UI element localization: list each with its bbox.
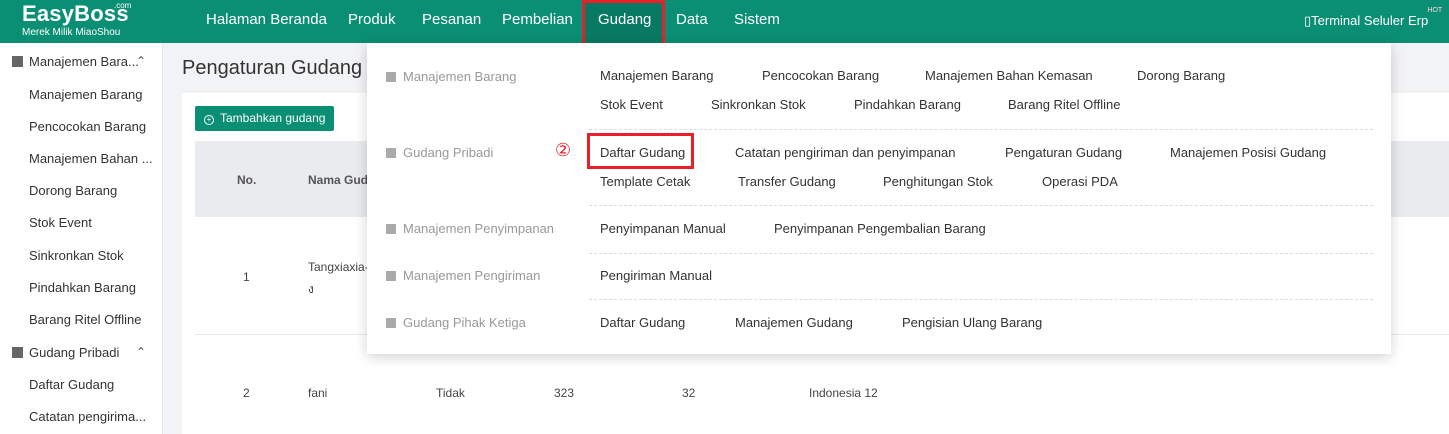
sidebar-item-stok-event[interactable]: Stok Event [29,215,92,230]
menu-link-pindahkan-barang[interactable]: Pindahkan Barang [854,97,961,112]
row-1-name: Tangxiaxia- [308,260,369,274]
terminal-link[interactable]: ▯Terminal Seluler Erp HOT [1304,7,1442,29]
menu-link-operasi-pda[interactable]: Operasi PDA [1042,174,1118,189]
menu-category-gudang-pribadi: Gudang Pribadi [386,145,493,160]
highlight-daftar-gudang [587,133,694,169]
menu-link-barang-ritel[interactable]: Barang Ritel Offline [1008,97,1121,112]
menu-link-pencocokan-barang[interactable]: Pencocokan Barang [762,68,879,83]
box-icon [12,56,23,67]
row-2-name: fani [308,386,328,400]
sidebar-item-pindahkan[interactable]: Pindahkan Barang [29,280,136,295]
row-1-name-cont: ง [308,282,314,296]
row-2-value-2: 32 [682,386,696,400]
add-warehouse-button[interactable]: + Tambahkan gudang [195,106,335,131]
column-no: No. [237,173,257,187]
nav-home[interactable]: Halaman Beranda [206,0,327,43]
menu-link-transfer-gudang[interactable]: Transfer Gudang [738,174,836,189]
menu-separator [589,129,1373,130]
logo-subtitle: Merek Milik MiaoShou [22,27,121,38]
menu-category-pengiriman: Manajemen Pengiriman [386,268,540,283]
page-title: Pengaturan Gudang [182,57,363,79]
menu-category-label: Gudang Pihak Ketiga [403,315,526,330]
nav-data[interactable]: Data [676,0,708,43]
nav-pembelian[interactable]: Pembelian [502,0,573,43]
menu-link-daftar-gudang-pihak-ketiga[interactable]: Daftar Gudang [600,315,685,330]
chevron-up-icon: ⌃ [136,345,147,359]
menu-link-penyimpanan-manual[interactable]: Penyimpanan Manual [600,221,726,236]
column-name: Nama Gud [308,173,369,187]
sidebar-item-bahan[interactable]: Manajemen Bahan ... [29,151,153,166]
sidebar-group-label: Gudang Pribadi [29,345,120,360]
menu-category-label: Manajemen Pengiriman [403,268,541,283]
top-navbar: EasyBoss .com Merek Milik MiaoShou Halam… [0,0,1449,43]
logo-com: .com [114,1,132,10]
plus-circle-icon: + [204,115,214,125]
sidebar-item-ritel[interactable]: Barang Ritel Offline [29,312,142,327]
menu-category-manajemen-barang: Manajemen Barang [386,69,516,84]
sidebar: Manajemen Bara... ⌃ Manajemen Barang Pen… [0,43,163,434]
menu-link-penghitungan-stok[interactable]: Penghitungan Stok [883,174,993,189]
menu-separator [589,253,1373,254]
sidebar-item-pencocokan[interactable]: Pencocokan Barang [29,119,146,134]
menu-link-penyimpanan-pengembalian[interactable]: Penyimpanan Pengembalian Barang [774,221,986,236]
menu-link-manajemen-barang[interactable]: Manajemen Barang [600,68,713,83]
menu-link-posisi-gudang[interactable]: Manajemen Posisi Gudang [1170,145,1326,160]
outbox-icon [386,271,396,281]
menu-link-bahan-kemasan[interactable]: Manajemen Bahan Kemasan [925,68,1093,83]
menu-link-pengisian-ulang[interactable]: Pengisian Ulang Barang [902,315,1042,330]
hot-badge: HOT [1427,7,1443,14]
sidebar-item-dorong[interactable]: Dorong Barang [29,183,117,198]
row-2-flag: Tidak [436,386,465,400]
highlight-gudang [582,0,665,46]
menu-category-penyimpanan: Manajemen Penyimpanan [386,221,554,236]
row-2-country: Indonesia 12 [809,386,878,400]
nav-produk[interactable]: Produk [348,0,396,43]
menu-link-template-cetak[interactable]: Template Cetak [600,174,690,189]
menu-separator [589,299,1373,300]
home-icon [386,148,396,158]
sidebar-group-gudang-pribadi[interactable]: Gudang Pribadi ⌃ [12,345,146,360]
sidebar-item-sinkronkan[interactable]: Sinkronkan Stok [29,248,124,263]
menu-separator [589,205,1373,206]
menu-link-manajemen-gudang[interactable]: Manajemen Gudang [735,315,853,330]
chevron-up-icon: ⌃ [136,54,147,68]
menu-link-catatan[interactable]: Catatan pengiriman dan penyimpanan [735,145,955,160]
menu-link-pengaturan-gudang[interactable]: Pengaturan Gudang [1005,145,1122,160]
nav-sistem[interactable]: Sistem [734,0,780,43]
logo[interactable]: EasyBoss .com Merek Milik MiaoShou [22,1,132,39]
inbox-icon [386,224,396,234]
home-icon [12,347,23,358]
sidebar-group-label: Manajemen Bara... [29,54,139,69]
sidebar-item-catatan[interactable]: Catatan pengirima... [29,409,146,424]
menu-link-pengiriman-manual[interactable]: Pengiriman Manual [600,268,712,283]
menu-category-label: Gudang Pribadi [403,145,494,160]
sidebar-item-manajemen-barang[interactable]: Manajemen Barang [29,87,142,102]
sidebar-item-daftar-gudang[interactable]: Daftar Gudang [29,377,114,392]
menu-link-stok-event[interactable]: Stok Event [600,97,663,112]
sidebar-group-manajemen-barang[interactable]: Manajemen Bara... ⌃ [12,54,146,69]
nav-pesanan[interactable]: Pesanan [422,0,481,43]
gudang-dropdown-menu: Manajemen Barang Gudang Pribadi Manajeme… [367,43,1391,354]
row-2-no: 2 [243,386,250,400]
logo-name: EasyBoss [22,1,129,26]
menu-category-label: Manajemen Penyimpanan [403,221,555,236]
row-2-value-1: 323 [554,386,575,400]
add-button-label: Tambahkan gudang [220,111,326,125]
step-2-marker: ② [555,140,572,161]
menu-category-label: Manajemen Barang [403,69,517,84]
row-1-no: 1 [243,270,250,284]
globe-icon [386,318,396,328]
box-icon [386,72,396,82]
terminal-label: Terminal Seluler Erp [1311,13,1429,28]
menu-link-sinkronkan-stok[interactable]: Sinkronkan Stok [711,97,806,112]
menu-category-pihak-ketiga: Gudang Pihak Ketiga [386,315,526,330]
menu-link-dorong-barang[interactable]: Dorong Barang [1137,68,1225,83]
